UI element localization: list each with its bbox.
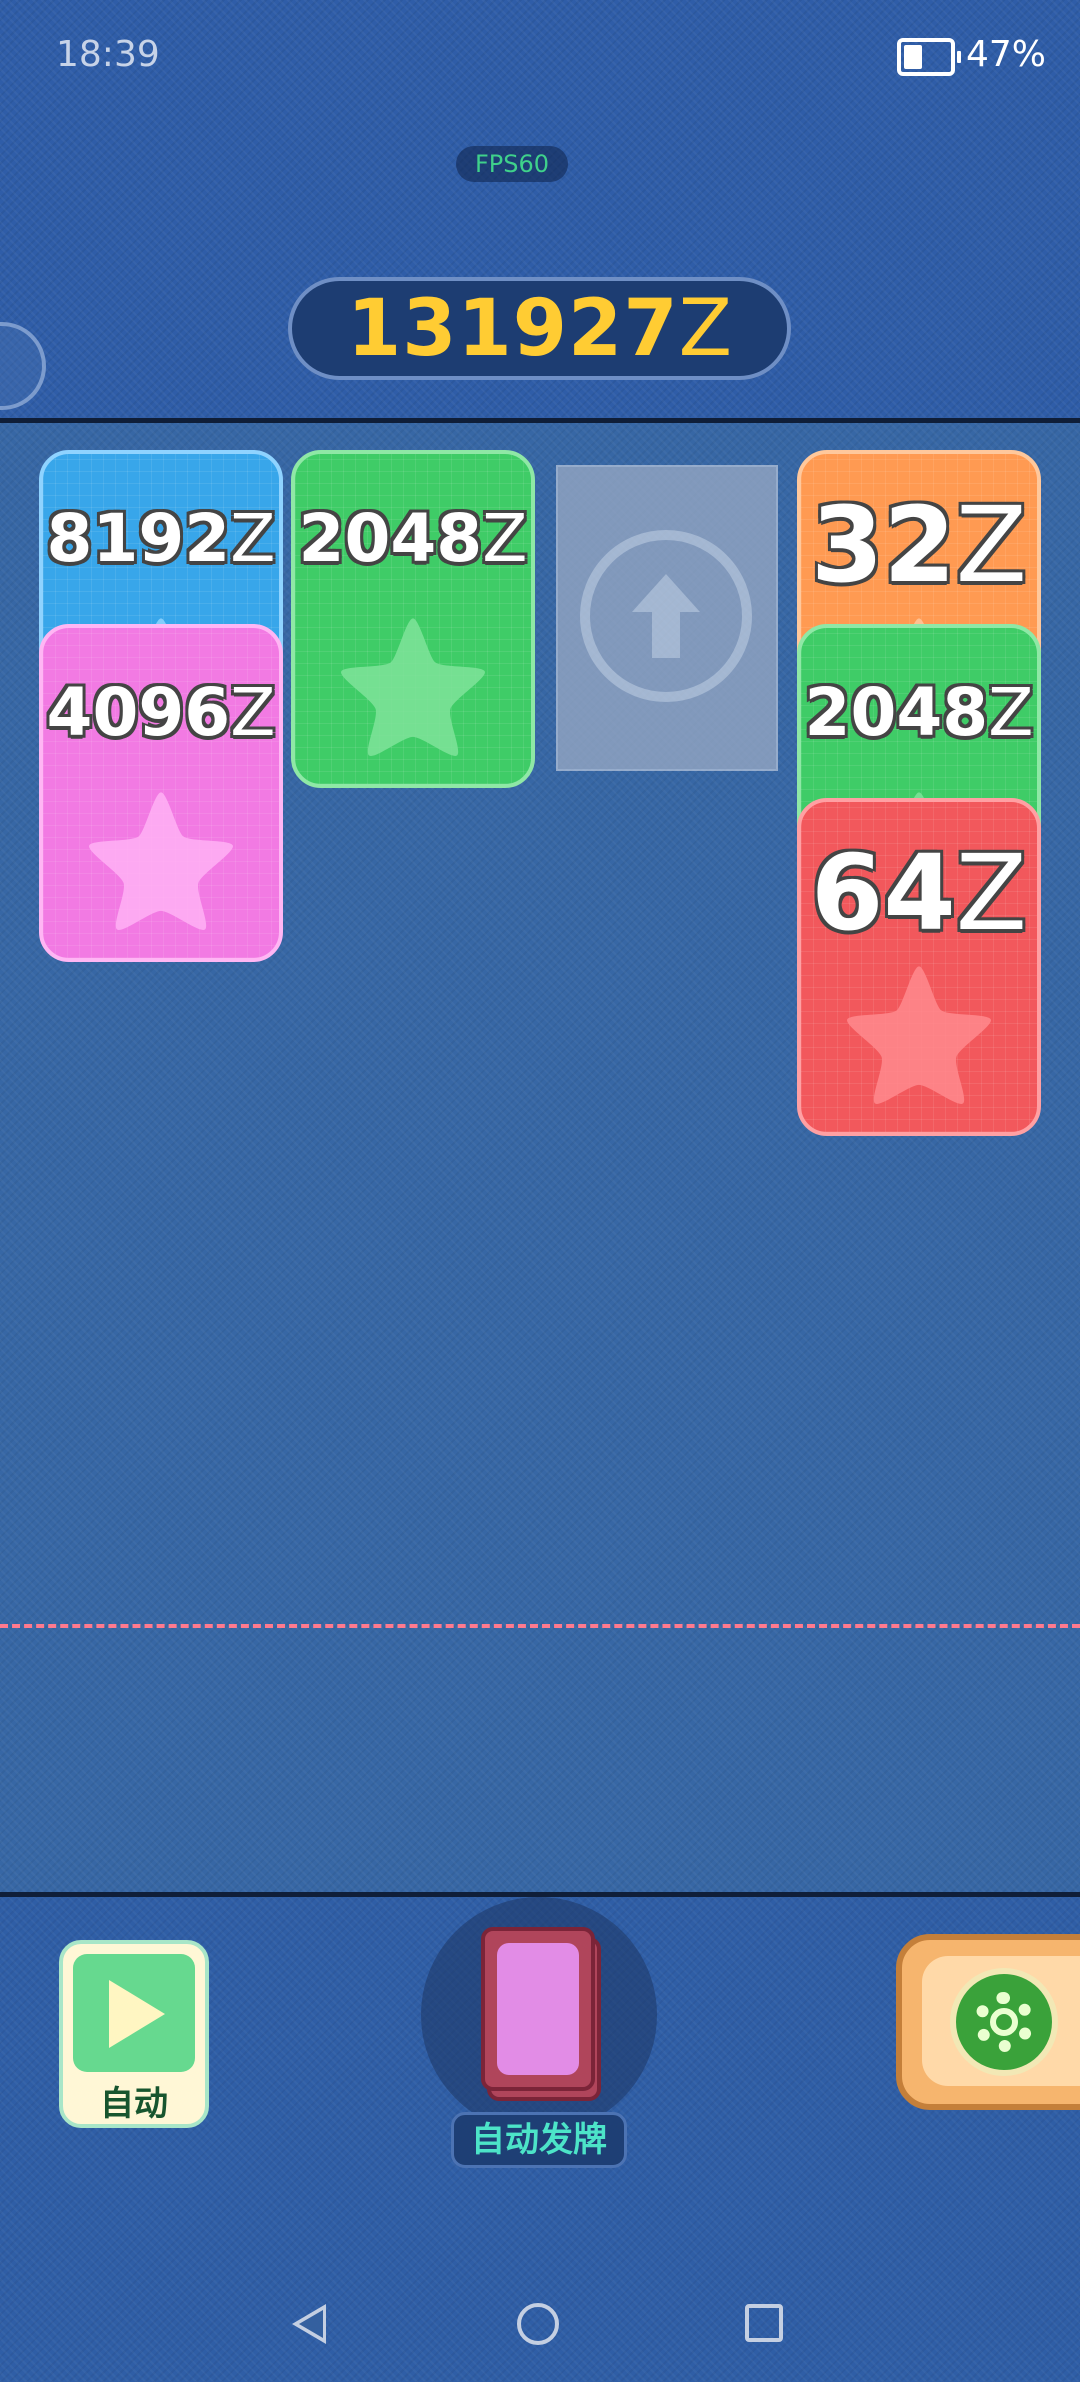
number-card[interactable]: 64Z — [797, 798, 1041, 1136]
card-unit: Z — [482, 500, 528, 577]
card-unit: Z — [955, 484, 1027, 606]
score-display: 131927 Z — [288, 277, 791, 380]
card-number: 4096 — [46, 674, 231, 751]
card-unit: Z — [230, 674, 276, 751]
battery-icon — [897, 38, 961, 76]
card-number: 64 — [811, 832, 956, 954]
auto-deal-label[interactable]: 自动发牌 — [451, 2112, 627, 2168]
star-icon — [89, 792, 233, 930]
star-icon — [847, 966, 991, 1104]
card-value: 2048Z — [801, 674, 1037, 751]
battery-fill — [904, 45, 922, 69]
back-icon-inner — [299, 2310, 323, 2338]
status-time: 18:39 — [56, 34, 160, 75]
gear-icon — [950, 1968, 1058, 2076]
auto-label: 自动 — [100, 2084, 168, 2124]
card-number: 2048 — [804, 674, 989, 751]
gear-hub — [990, 2008, 1018, 2036]
deal-button[interactable] — [421, 1897, 657, 2133]
score-unit: Z — [678, 283, 733, 374]
game-screen: 18:39 47% FPS60 131927 Z 8192Z 4096Z 2048Z… — [0, 0, 1080, 2382]
arrow-head — [632, 574, 700, 612]
arrow-up-icon — [580, 530, 752, 702]
empty-column-slot[interactable] — [556, 465, 778, 771]
card-number: 2048 — [298, 500, 483, 577]
play-icon — [109, 1980, 165, 2048]
score-value: 131927 — [346, 283, 679, 374]
card-unit: Z — [230, 500, 276, 577]
number-card[interactable]: 4096Z — [39, 624, 283, 962]
battery-percent: 47% — [966, 34, 1047, 75]
number-card[interactable]: 2048Z — [291, 450, 535, 788]
home-icon[interactable] — [517, 2303, 559, 2345]
card-deck-icon — [481, 1927, 595, 2091]
card-value: 8192Z — [43, 500, 279, 577]
battery-tip — [957, 51, 961, 63]
fps-counter: FPS60 — [456, 146, 568, 182]
deck-card-face — [497, 1943, 579, 2075]
card-number: 8192 — [46, 500, 231, 577]
limit-line — [0, 1624, 1080, 1628]
star-icon — [341, 618, 485, 756]
arrow-shaft — [652, 610, 680, 658]
card-value: 2048Z — [295, 500, 531, 577]
card-unit: Z — [988, 674, 1034, 751]
side-menu-button[interactable] — [0, 322, 46, 410]
settings-button[interactable] — [896, 1934, 1080, 2110]
card-value: 64Z — [801, 832, 1037, 954]
header: 18:39 47% FPS60 131927 Z — [0, 0, 1080, 423]
card-number: 32 — [811, 484, 956, 606]
play-button-face — [73, 1954, 195, 2072]
recent-apps-icon[interactable] — [745, 2304, 783, 2342]
card-value: 4096Z — [43, 674, 279, 751]
card-value: 32Z — [801, 484, 1037, 606]
card-unit: Z — [955, 832, 1027, 954]
auto-button[interactable]: 自动 — [59, 1940, 209, 2128]
